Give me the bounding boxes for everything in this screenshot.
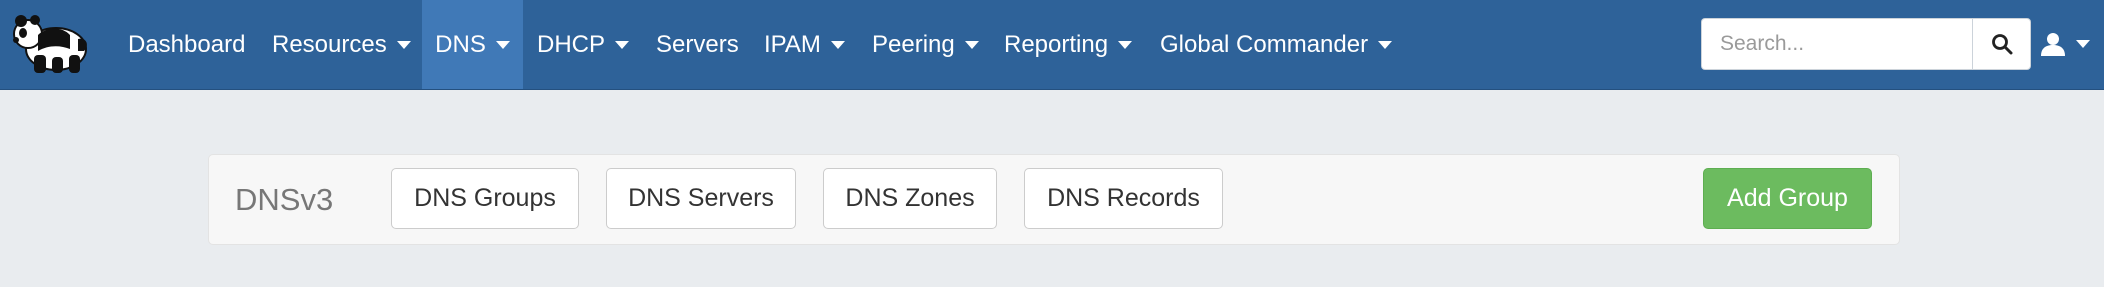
panda-logo-icon[interactable] — [12, 13, 94, 75]
dns-records-button[interactable]: DNS Records — [1024, 168, 1223, 229]
user-menu[interactable] — [2040, 24, 2090, 64]
nav-global-commander-label: Global Commander — [1160, 30, 1369, 58]
chevron-down-icon — [830, 40, 845, 49]
dns-zones-button[interactable]: DNS Zones — [823, 168, 997, 229]
nav-dhcp-label: DHCP — [537, 30, 606, 58]
chevron-down-icon — [964, 40, 979, 49]
nav-resources-label: Resources — [272, 30, 387, 58]
top-navbar: Dashboard Resources DNS DHCP Servers IPA… — [0, 0, 2104, 90]
nav-reporting-label: Reporting — [1004, 30, 1109, 58]
chevron-down-icon — [396, 40, 411, 49]
chevron-down-icon — [2076, 40, 2090, 48]
nav-dashboard-label: Dashboard — [128, 30, 246, 58]
chevron-down-icon — [1118, 40, 1133, 49]
search-button[interactable] — [1972, 18, 2031, 70]
page-title: DNSv3 — [235, 182, 334, 217]
nav-reporting[interactable]: Reporting — [1004, 0, 1133, 89]
dns-groups-button[interactable]: DNS Groups — [391, 168, 579, 229]
nav-servers[interactable]: Servers — [656, 0, 739, 89]
chevron-down-icon — [615, 40, 630, 49]
chevron-down-icon — [1378, 40, 1393, 49]
nav-dhcp[interactable]: DHCP — [537, 0, 630, 89]
nav-ipam-label: IPAM — [764, 30, 821, 58]
nav-servers-label: Servers — [656, 30, 739, 58]
nav-global-commander[interactable]: Global Commander — [1160, 0, 1393, 89]
user-icon — [2041, 33, 2065, 56]
nav-dashboard[interactable]: Dashboard — [128, 0, 245, 89]
search-input[interactable] — [1701, 18, 1972, 70]
dns-servers-button[interactable]: DNS Servers — [606, 168, 796, 229]
nav-resources[interactable]: Resources — [272, 0, 411, 89]
nav-ipam[interactable]: IPAM — [764, 0, 845, 89]
nav-dns[interactable]: DNS — [422, 0, 523, 89]
chevron-down-icon — [495, 40, 510, 49]
search-icon — [1991, 34, 2012, 55]
nav-peering[interactable]: Peering — [872, 0, 979, 89]
add-group-button[interactable]: Add Group — [1703, 168, 1872, 229]
nav-peering-label: Peering — [872, 30, 955, 58]
nav-dns-label: DNS — [435, 30, 486, 58]
